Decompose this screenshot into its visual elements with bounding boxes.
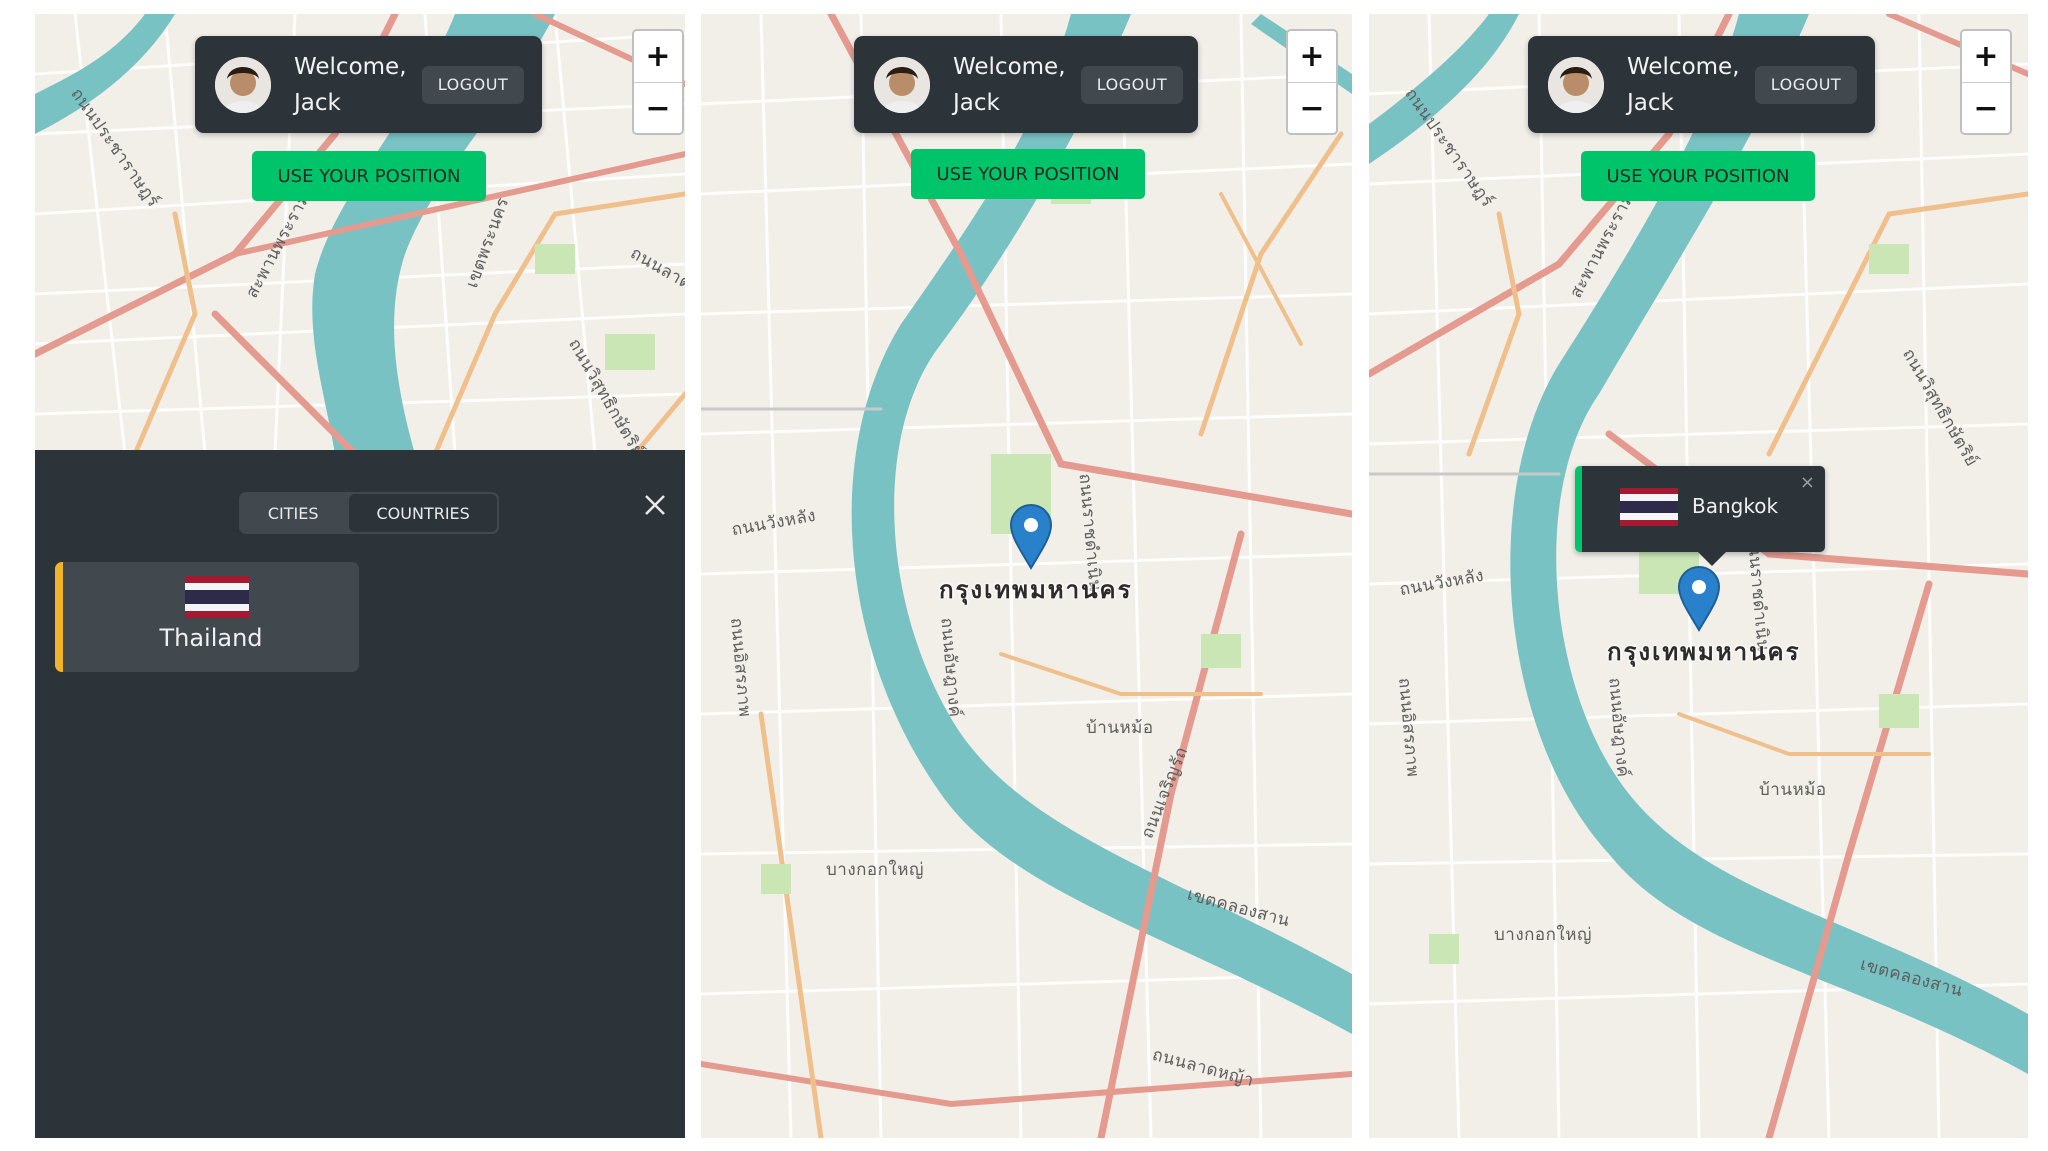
zoom-control: + −	[1960, 29, 2012, 135]
zoom-in-button[interactable]: +	[634, 31, 682, 82]
popup-city-name: Bangkok	[1692, 494, 1779, 518]
thai-flag-icon	[185, 576, 249, 618]
logout-button[interactable]: LOGOUT	[422, 65, 524, 104]
map-marker-icon[interactable]	[1009, 504, 1053, 570]
sidebar: CITIES COUNTRIES Thailand	[35, 450, 685, 1138]
city-popup: Bangkok ×	[1575, 466, 1825, 566]
user-card: Welcome, Jack LOGOUT	[854, 36, 1198, 133]
welcome-text: Welcome, Jack	[1627, 53, 1740, 116]
zoom-out-button[interactable]: −	[1288, 83, 1336, 133]
zoom-out-button[interactable]: −	[1962, 83, 2010, 133]
zoom-out-button[interactable]: −	[634, 83, 682, 133]
use-position-button[interactable]: USE YOUR POSITION	[911, 149, 1145, 199]
zoom-control: + −	[632, 29, 684, 135]
street-label: บางกอกใหญ่	[1494, 925, 1592, 945]
street-label: บ้านหม้อ	[1086, 718, 1154, 738]
street-label: บ้านหม้อ	[1759, 780, 1827, 800]
panel-sidebar-view: สะพานพระราม 8 ถนนประชาราษฎร์ ถนนวิสุทธิก…	[35, 14, 685, 1138]
panel-map-marker-view: ถนนวังหลัง ถนนอิสรภาพ ถนนราชดำเนิน ถนนอั…	[701, 14, 1352, 1138]
popup-tip	[1698, 552, 1726, 566]
city-label: กรุงเทพมหานคร	[939, 576, 1133, 604]
street-label: บางกอกใหญ่	[826, 860, 924, 880]
zoom-in-button[interactable]: +	[1962, 31, 2010, 82]
tab-switcher: CITIES COUNTRIES	[239, 492, 499, 534]
welcome-text: Welcome, Jack	[294, 53, 407, 116]
avatar	[215, 56, 271, 113]
tab-cities[interactable]: CITIES	[239, 492, 347, 534]
thai-flag-icon	[1620, 488, 1678, 526]
avatar	[1548, 56, 1604, 113]
panel-map-popup-view: ถนนประชาราษฎร์ สะพานพระราม 8 ถนนวังหลัง …	[1369, 14, 2028, 1138]
use-position-button[interactable]: USE YOUR POSITION	[252, 151, 486, 201]
popup-close-button[interactable]: ×	[1800, 472, 1815, 493]
welcome-text: Welcome, Jack	[953, 53, 1066, 116]
country-name: Thailand	[159, 624, 263, 652]
user-card: Welcome, Jack LOGOUT	[1528, 36, 1875, 133]
logout-button[interactable]: LOGOUT	[1081, 65, 1183, 104]
avatar	[874, 56, 930, 113]
logout-button[interactable]: LOGOUT	[1755, 65, 1857, 104]
zoom-in-button[interactable]: +	[1288, 31, 1336, 82]
close-icon[interactable]	[640, 490, 670, 520]
tab-countries[interactable]: COUNTRIES	[349, 494, 497, 532]
map-marker-icon[interactable]	[1677, 566, 1721, 632]
city-label: กรุงเทพมหานคร	[1607, 638, 1801, 666]
country-item[interactable]: Thailand	[55, 562, 359, 672]
use-position-button[interactable]: USE YOUR POSITION	[1581, 151, 1815, 201]
user-card: Welcome, Jack LOGOUT	[195, 36, 542, 133]
zoom-control: + −	[1286, 29, 1338, 135]
